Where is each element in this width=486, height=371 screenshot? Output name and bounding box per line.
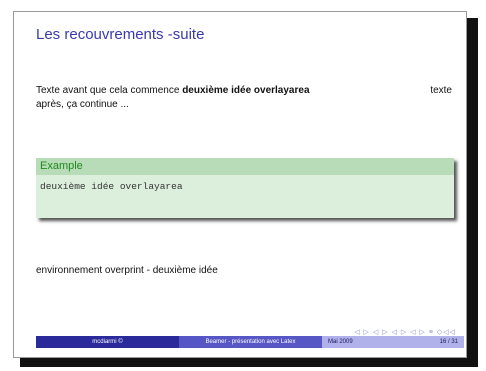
footer-date: Mai 2009 bbox=[328, 339, 353, 345]
footer-bar: mcdiarmi © Beamer - présentation avec La… bbox=[36, 336, 464, 348]
footer-author: mcdiarmi © bbox=[36, 336, 179, 348]
footer-info: Mai 2009 16 / 31 bbox=[322, 336, 464, 348]
text-after-line2: après, ça continue ... bbox=[36, 99, 129, 110]
example-title: Example bbox=[36, 158, 454, 175]
slide-title: Les recouvrements -suite bbox=[36, 26, 205, 43]
overprint-text: environnement overprint - deuxième idée bbox=[36, 265, 218, 276]
navigation-symbols[interactable]: ◁ ▷ ◁ ▷ ◁ ▷ ◁ ▷ ≡ ◇◁◁ bbox=[354, 328, 456, 336]
example-body: deuxième idée overlayarea bbox=[40, 181, 183, 192]
text-after-right: texte bbox=[430, 85, 452, 96]
slide: Les recouvrements -suite texte Texte ava… bbox=[13, 11, 467, 358]
footer-talk: Beamer - présentation avec Latex bbox=[179, 336, 322, 348]
text-before: Texte avant que cela commence bbox=[36, 85, 180, 96]
overlay-bold-text: deuxième idée overlayarea bbox=[182, 85, 310, 96]
paragraph: texte Texte avant que cela commence deux… bbox=[36, 84, 452, 112]
example-block: Example deuxième idée overlayarea bbox=[36, 158, 454, 218]
footer-page: 16 / 31 bbox=[439, 339, 458, 345]
